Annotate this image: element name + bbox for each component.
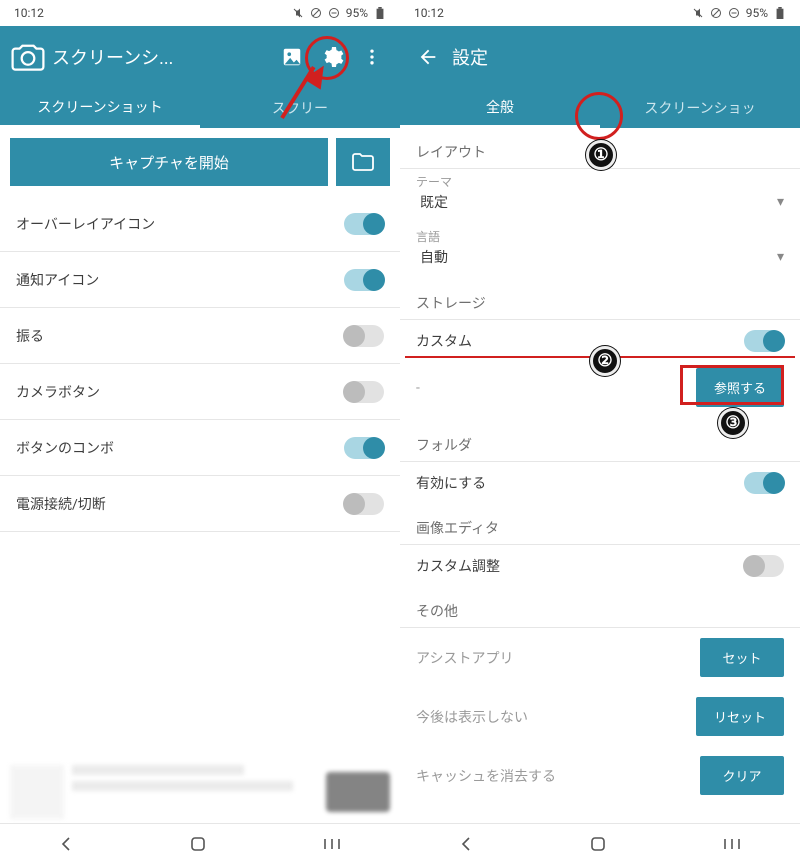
toggle-custom-storage[interactable] bbox=[744, 330, 784, 352]
tabs: スクリーンショット スクリー bbox=[0, 88, 400, 128]
row-overlay-label: オーバーレイアイコン bbox=[16, 214, 155, 234]
app-title: 設定 bbox=[448, 44, 792, 70]
section-editor: 画像エディタ bbox=[400, 504, 800, 544]
nav-home[interactable] bbox=[589, 835, 607, 857]
appbar: スクリーンシ... bbox=[0, 26, 400, 88]
battery-icon bbox=[774, 7, 786, 19]
nav-back[interactable] bbox=[458, 836, 474, 856]
app-title: スクリーンシ... bbox=[48, 44, 272, 70]
navbar bbox=[0, 823, 400, 867]
row-clear-cache: キャッシュを消去する クリア bbox=[400, 746, 800, 805]
row-power[interactable]: 電源接続/切断 bbox=[0, 476, 400, 532]
gallery-icon[interactable] bbox=[272, 37, 312, 77]
right-content: レイアウト テーマ 既定 ▾ 言語 自動 ▾ ストレージ カスタム - 参照する bbox=[400, 128, 800, 823]
row-overlay-icon[interactable]: オーバーレイアイコン bbox=[0, 196, 400, 252]
phone-right: 10:12 95% 設定 全般 スクリーンショッ レイアウト テーマ 既定 bbox=[400, 0, 800, 867]
sync-off-icon bbox=[710, 7, 722, 19]
row-notif-icon[interactable]: 通知アイコン bbox=[0, 252, 400, 308]
language-label: 言語 bbox=[400, 224, 800, 245]
row-custom-storage[interactable]: カスタム bbox=[400, 320, 800, 362]
language-value: 自動 bbox=[420, 247, 448, 267]
nav-back[interactable] bbox=[58, 836, 74, 856]
toggle-enable-folder[interactable] bbox=[744, 472, 784, 494]
language-dropdown[interactable]: 自動 ▾ bbox=[400, 245, 800, 279]
toggle-overlay[interactable] bbox=[344, 213, 384, 235]
enable-folder-label: 有効にする bbox=[416, 473, 486, 493]
section-layout: レイアウト bbox=[400, 128, 800, 168]
section-other: その他 bbox=[400, 587, 800, 627]
row-power-label: 電源接続/切断 bbox=[16, 494, 106, 514]
status-time: 10:12 bbox=[414, 6, 444, 20]
no-disturb-icon bbox=[728, 7, 740, 19]
reset-button[interactable]: リセット bbox=[696, 697, 784, 736]
tab-screenshot[interactable]: スクリーンショッ bbox=[600, 88, 800, 128]
row-camera[interactable]: カメラボタン bbox=[0, 364, 400, 420]
noshow-label: 今後は表示しない bbox=[416, 707, 528, 727]
status-bar: 10:12 95% bbox=[400, 0, 800, 26]
section-storage: ストレージ bbox=[400, 279, 800, 319]
row-shake[interactable]: 振る bbox=[0, 308, 400, 364]
browse-button[interactable]: 参照する bbox=[696, 368, 784, 407]
toggle-camera[interactable] bbox=[344, 381, 384, 403]
row-enable-folder[interactable]: 有効にする bbox=[400, 462, 800, 504]
app-logo-icon bbox=[8, 37, 48, 77]
nav-recents[interactable] bbox=[722, 836, 742, 856]
toggle-custom-adjust[interactable] bbox=[744, 555, 784, 577]
status-time: 10:12 bbox=[14, 6, 44, 20]
sync-off-icon bbox=[310, 7, 322, 19]
theme-dropdown[interactable]: 既定 ▾ bbox=[400, 190, 800, 224]
phone-left: 10:12 95% スクリーンシ... bbox=[0, 0, 400, 867]
open-folder-button[interactable] bbox=[336, 138, 390, 186]
row-assist-app: アシストアプリ セット bbox=[400, 628, 800, 687]
row-shake-label: 振る bbox=[16, 326, 44, 346]
row-no-show: 今後は表示しない リセット bbox=[400, 687, 800, 746]
tab-screenshots[interactable]: スクリーンショット bbox=[0, 88, 200, 128]
appbar: 設定 bbox=[400, 26, 800, 88]
clear-cache-label: キャッシュを消去する bbox=[416, 766, 556, 786]
row-combo[interactable]: ボタンのコンボ bbox=[0, 420, 400, 476]
storage-path: - bbox=[416, 380, 420, 396]
tab-general[interactable]: 全般 bbox=[400, 88, 600, 128]
row-notif-label: 通知アイコン bbox=[16, 270, 99, 290]
custom-adjust-label: カスタム調整 bbox=[416, 556, 500, 576]
toggle-power[interactable] bbox=[344, 493, 384, 515]
toggle-notif[interactable] bbox=[344, 269, 384, 291]
section-folder: フォルダ bbox=[400, 421, 800, 461]
tab-screenrecord[interactable]: スクリー bbox=[200, 88, 400, 128]
ad-banner[interactable] bbox=[10, 765, 390, 819]
clear-button[interactable]: クリア bbox=[700, 756, 784, 795]
mute-icon bbox=[692, 7, 704, 19]
battery-pct: 95% bbox=[346, 6, 368, 20]
row-storage-path: - 参照する bbox=[400, 362, 800, 421]
theme-value: 既定 bbox=[420, 192, 448, 212]
chevron-down-icon: ▾ bbox=[777, 249, 784, 265]
tabs: 全般 スクリーンショッ bbox=[400, 88, 800, 128]
row-combo-label: ボタンのコンボ bbox=[16, 438, 114, 458]
left-content: キャプチャを開始 オーバーレイアイコン 通知アイコン 振る カメラボタン bbox=[0, 128, 400, 823]
row-custom-adjust[interactable]: カスタム調整 bbox=[400, 545, 800, 587]
toggle-combo[interactable] bbox=[344, 437, 384, 459]
toggle-shake[interactable] bbox=[344, 325, 384, 347]
navbar bbox=[400, 823, 800, 867]
assist-label: アシストアプリ bbox=[416, 648, 513, 668]
battery-pct: 95% bbox=[746, 6, 768, 20]
row-camera-label: カメラボタン bbox=[16, 382, 100, 402]
chevron-down-icon: ▾ bbox=[777, 194, 784, 210]
gear-icon[interactable] bbox=[312, 37, 352, 77]
overflow-icon[interactable] bbox=[352, 37, 392, 77]
set-button[interactable]: セット bbox=[700, 638, 784, 677]
theme-label: テーマ bbox=[400, 169, 800, 190]
battery-icon bbox=[374, 7, 386, 19]
nav-recents[interactable] bbox=[322, 836, 342, 856]
status-bar: 10:12 95% bbox=[0, 0, 400, 26]
custom-storage-label: カスタム bbox=[416, 331, 472, 351]
mute-icon bbox=[292, 7, 304, 19]
nav-home[interactable] bbox=[189, 835, 207, 857]
back-icon[interactable] bbox=[408, 37, 448, 77]
start-capture-button[interactable]: キャプチャを開始 bbox=[10, 138, 328, 186]
no-disturb-icon bbox=[328, 7, 340, 19]
